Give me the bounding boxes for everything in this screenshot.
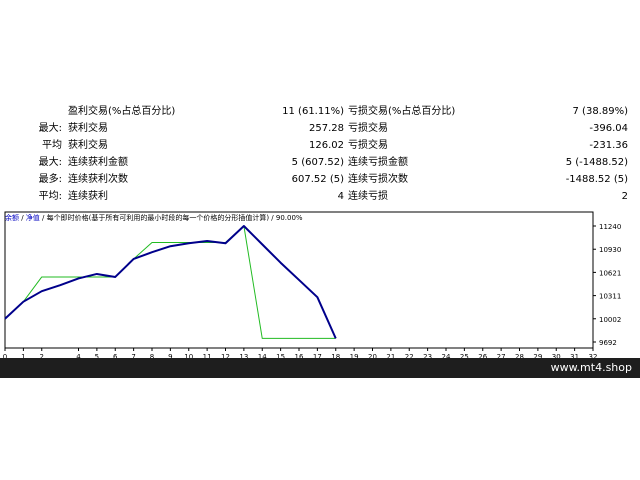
header-separator: / — [19, 214, 26, 222]
stats-row: 最大: 连续获利金额 5 (607.52) 连续亏损金额 5 (-1488.52… — [0, 155, 640, 172]
y-tick-label: 10621 — [599, 269, 621, 277]
right-label: 亏损交易 — [348, 123, 388, 134]
right-label: 连续亏损金额 — [348, 157, 408, 168]
left-label: 盈利交易(%占总百分比) — [68, 106, 176, 117]
y-tick-label: 11240 — [599, 223, 621, 231]
right-value: 5 (-1488.52) — [565, 157, 628, 168]
balance-link[interactable]: 余额 — [5, 214, 19, 222]
stats-row: 最大: 获利交易 257.28 亏损交易 -396.04 — [0, 121, 640, 138]
left-value: 607.52 (5) — [291, 174, 344, 185]
right-value: -396.04 — [589, 123, 628, 134]
stats-row: 最多: 连续获利次数 607.52 (5) 连续亏损次数 -1488.52 (5… — [0, 172, 640, 189]
header-separator: / — [39, 214, 47, 222]
balance-chart: 0 1 2 4 5 6 7 8 9 10 11 12 13 14 15 16 17 18 19 20 21 22 23 24 2… — [3, 211, 621, 361]
balance-chart-panel: 0 1 2 4 5 6 7 8 9 10 11 12 13 14 15 16 17 18 19 20 21 22 23 24 2… — [0, 210, 640, 361]
left-value: 257.28 — [309, 123, 344, 134]
left-label: 获利交易 — [68, 123, 108, 134]
stats-row: 平均 获利交易 126.02 亏损交易 -231.36 — [0, 138, 640, 155]
row-prefix: 平均: — [38, 191, 62, 202]
stats-row: 盈利交易(%占总百分比) 11 (61.11%) 亏损交易(%占总百分比) 7 … — [0, 104, 640, 121]
chart-header: 余额 / 净值 / 每个即时价格(基于所有可利用的最小时段的每一个价格的分形插值… — [5, 213, 303, 223]
left-label: 获利交易 — [68, 140, 108, 151]
row-prefix: 最多: — [38, 174, 62, 185]
row-prefix: 平均 — [42, 140, 62, 151]
y-tick-label: 9692 — [599, 339, 617, 347]
right-label: 亏损交易(%占总百分比) — [348, 106, 456, 117]
right-label: 亏损交易 — [348, 140, 388, 151]
y-tick-label: 10930 — [599, 246, 621, 254]
right-value: -231.36 — [589, 140, 628, 151]
left-label: 连续获利金额 — [68, 157, 128, 168]
stats-row: 平均: 连续获利 4 连续亏损 2 — [0, 189, 640, 206]
left-value: 126.02 — [309, 140, 344, 151]
right-label: 连续亏损次数 — [348, 174, 408, 185]
right-value: -1488.52 (5) — [565, 174, 628, 185]
row-prefix: 最大: — [38, 157, 62, 168]
blank-area-bottom — [0, 378, 640, 480]
y-tick-label: 10311 — [599, 293, 621, 301]
left-value: 11 (61.11%) — [282, 106, 344, 117]
right-value: 2 — [621, 191, 628, 202]
left-label: 连续获利次数 — [68, 174, 128, 185]
equity-link[interactable]: 净值 — [26, 214, 40, 222]
right-value: 7 (38.89%) — [572, 106, 628, 117]
left-label: 连续获利 — [68, 191, 108, 202]
footer-watermark: www.mt4.shop — [550, 361, 632, 374]
left-value: 5 (607.52) — [291, 157, 344, 168]
row-prefix: 最大: — [38, 123, 62, 134]
left-value: 4 — [337, 191, 344, 202]
chart-mode-text: 每个即时价格(基于所有可利用的最小时段的每一个价格的分形插值计算) / 90.0… — [46, 214, 303, 222]
footer-bar: www.mt4.shop — [0, 358, 640, 378]
right-label: 连续亏损 — [348, 191, 388, 202]
y-tick-label: 10002 — [599, 316, 621, 324]
blank-area-top — [0, 0, 640, 104]
